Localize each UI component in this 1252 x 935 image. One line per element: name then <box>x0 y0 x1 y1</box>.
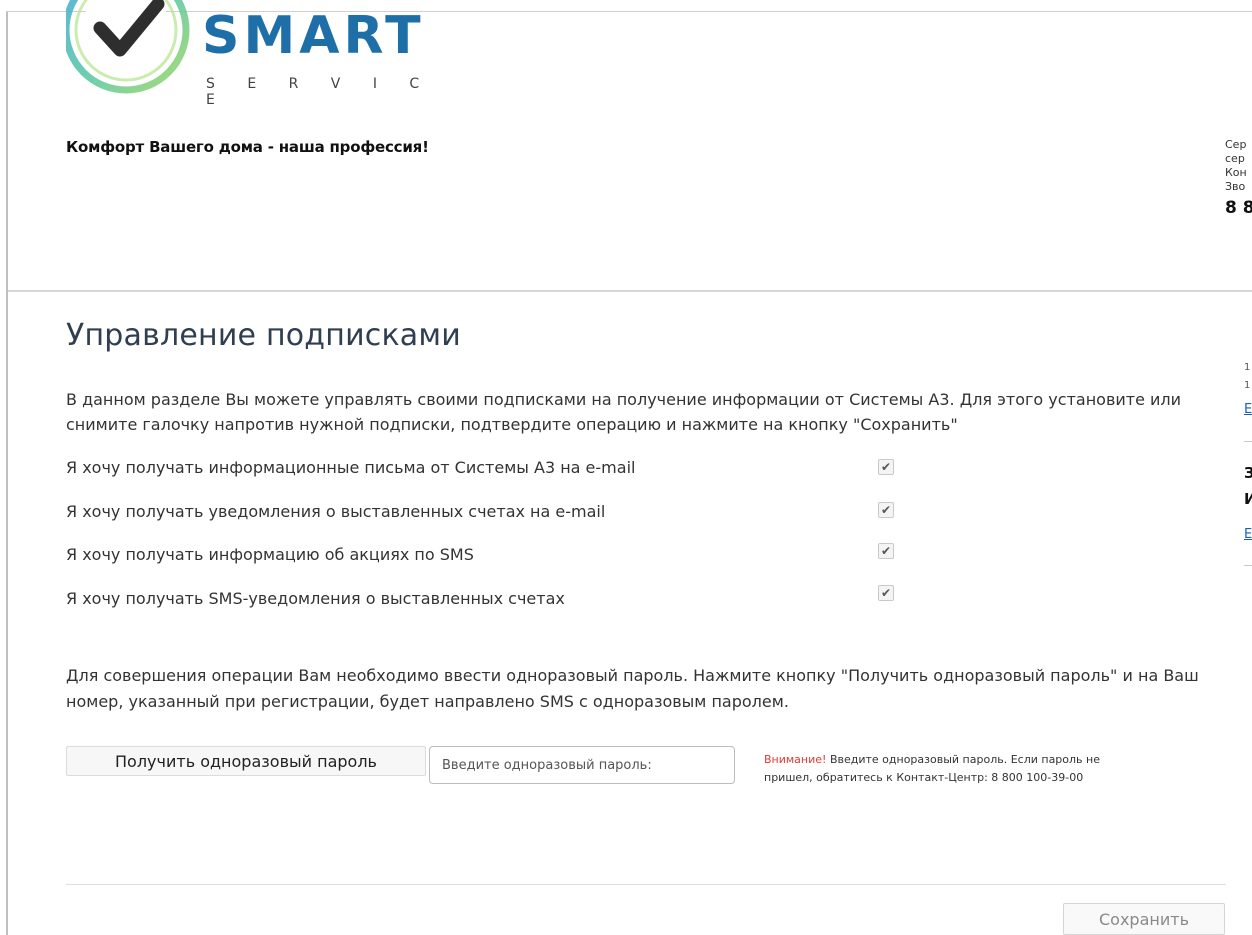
otp-notice: Внимание! Введите одноразовый пароль. Ес… <box>764 751 1134 787</box>
sidebar-heading-fragment: И <box>1244 490 1252 508</box>
header-phone: 8 8 <box>1225 198 1252 218</box>
header-contact-line: Кон <box>1225 166 1247 179</box>
sidebar-link[interactable]: Е <box>1244 527 1252 542</box>
smart-service-logo: SMART S E R V I C E <box>66 0 466 110</box>
header-contact-line: Зво <box>1225 180 1246 193</box>
sidebar-fragment: 1 <box>1244 362 1251 373</box>
subscription-checkbox[interactable]: ✔ <box>878 543 894 559</box>
notice-warning-label: Внимание! <box>764 753 827 766</box>
page-title: Управление подписками <box>66 318 461 353</box>
sidebar-fragment: 1 <box>1244 380 1251 391</box>
subscription-checkbox[interactable]: ✔ <box>878 585 894 601</box>
one-time-password-input[interactable] <box>429 746 735 784</box>
get-one-time-password-button[interactable]: Получить одноразовый пароль <box>66 746 426 776</box>
header-contact-line: Сер <box>1225 138 1247 151</box>
intro-text: В данном разделе Вы можете управлять сво… <box>66 390 1182 434</box>
footer-divider <box>66 884 1226 885</box>
window-left-border <box>6 12 8 935</box>
subscription-label: Я хочу получать информацию об акциях по … <box>66 545 474 564</box>
save-button[interactable]: Сохранить <box>1063 903 1225 935</box>
sidebar-link[interactable]: Е <box>1244 402 1252 417</box>
logo-subtext: S E R V I C E <box>206 76 434 108</box>
logo-wordmark: SMART <box>202 6 425 66</box>
tagline: Комфорт Вашего дома - наша профессия! <box>66 138 429 156</box>
header-contact-line: сер <box>1225 152 1245 165</box>
subscription-label: Я хочу получать информационные письма от… <box>66 458 636 477</box>
sidebar-heading-fragment: З <box>1244 464 1252 482</box>
sidebar-divider <box>1244 441 1252 442</box>
subscription-label: Я хочу получать SMS-уведомления о выстав… <box>66 589 565 608</box>
subscription-label: Я хочу получать уведомления о выставленн… <box>66 502 606 521</box>
otp-instructions: Для совершения операции Вам необходимо в… <box>66 666 1199 711</box>
sidebar-divider <box>1244 565 1252 566</box>
header-divider <box>8 290 1252 292</box>
subscription-checkbox[interactable]: ✔ <box>878 459 894 475</box>
subscription-checkbox[interactable]: ✔ <box>878 502 894 518</box>
header-contact-block: Сер сер Кон Зво 8 8 <box>1225 138 1252 220</box>
